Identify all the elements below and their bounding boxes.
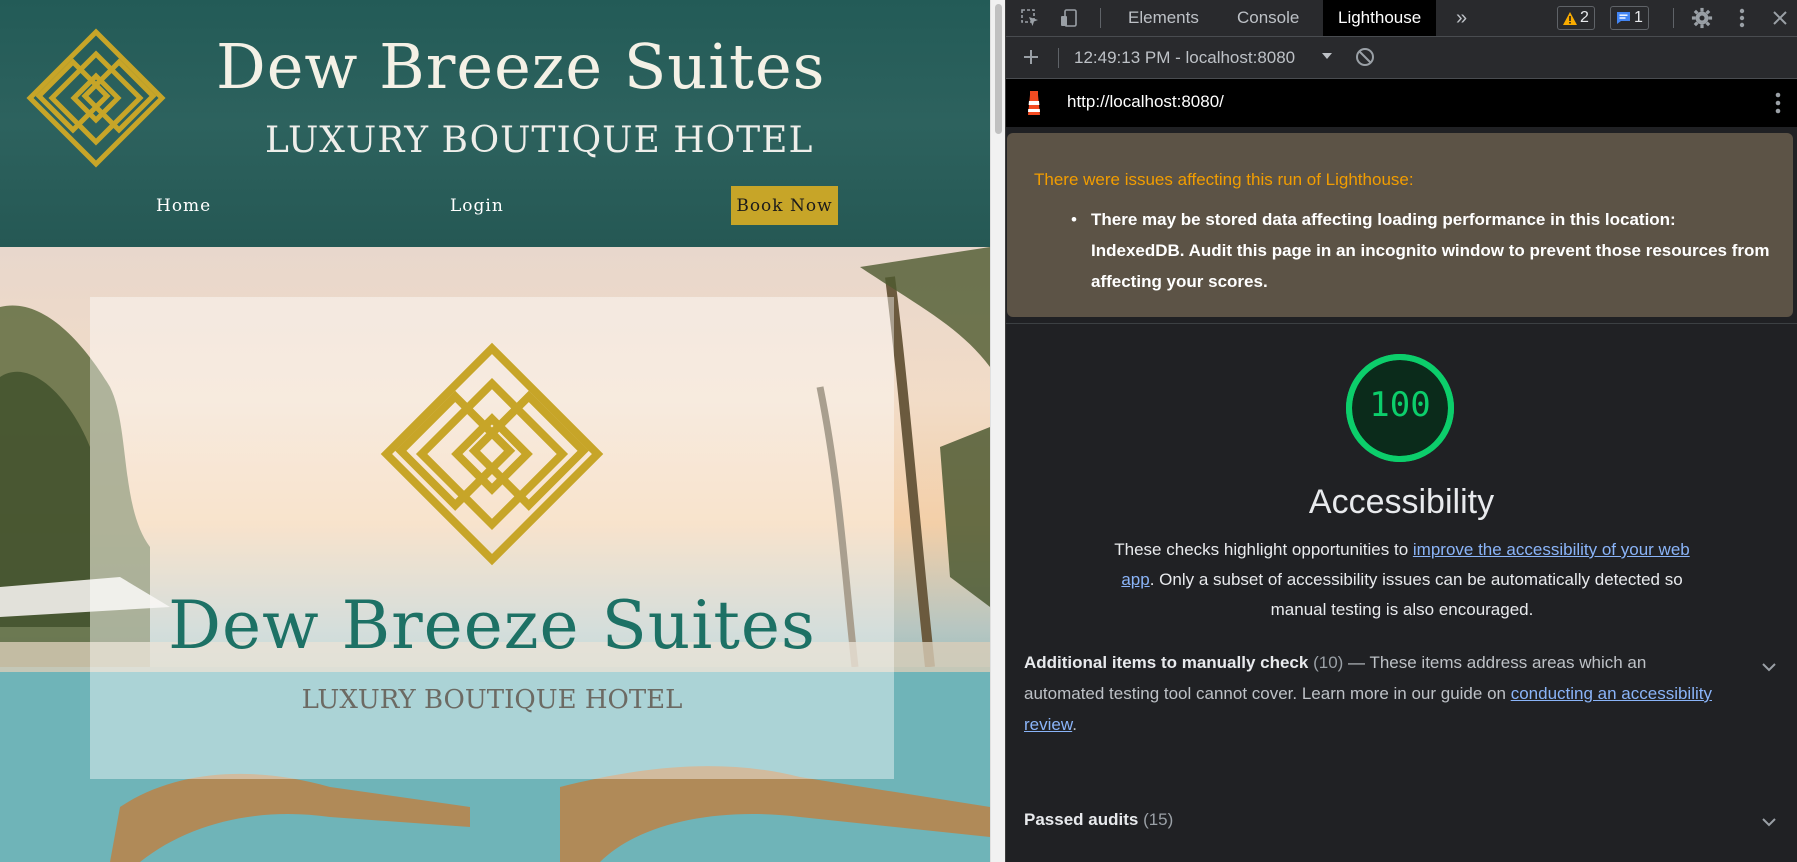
- nav-home-link[interactable]: Home: [156, 196, 211, 216]
- group-title: Additional items to manually check: [1024, 653, 1309, 672]
- devtools-tabbar: Elements Console Lighthouse » 2 1: [1006, 0, 1797, 37]
- score-value: 100: [1369, 385, 1431, 425]
- dropdown-arrow-icon[interactable]: [1321, 49, 1333, 67]
- report-url-bar: http://localhost:8080/: [1006, 79, 1797, 127]
- messages-badge[interactable]: 1: [1610, 6, 1649, 30]
- tab-lighthouse[interactable]: Lighthouse: [1323, 0, 1437, 36]
- nav-login-link[interactable]: Login: [450, 196, 504, 216]
- report-menu-icon[interactable]: [1775, 92, 1781, 119]
- tab-console[interactable]: Console: [1237, 0, 1299, 36]
- book-now-button[interactable]: Book Now: [731, 186, 838, 225]
- website-viewport: Dew Breeze Suites LUXURY BOUTIQUE HOTEL …: [0, 0, 990, 862]
- message-icon: [1617, 12, 1630, 24]
- settings-gear-icon[interactable]: [1690, 6, 1714, 30]
- hotel-name: Dew Breeze Suites: [216, 30, 826, 103]
- manual-checks-group[interactable]: Additional items to manually check (10) …: [1024, 647, 1724, 740]
- more-options-icon[interactable]: [1730, 6, 1754, 30]
- group-title: Passed audits: [1024, 810, 1139, 829]
- description-text: These checks highlight opportunities to: [1114, 540, 1413, 559]
- chevron-down-icon[interactable]: [1761, 659, 1777, 675]
- bullet-icon: •: [1071, 210, 1077, 229]
- group-period: .: [1072, 715, 1077, 734]
- close-devtools-icon[interactable]: [1768, 6, 1792, 30]
- toolbar-divider: [1058, 48, 1059, 68]
- category-title: Accessibility: [1308, 483, 1495, 521]
- lighthouse-logo-icon: [1028, 91, 1040, 115]
- diamond-logo-icon: [380, 342, 604, 566]
- warning-item: There may be stored data affecting loadi…: [1091, 210, 1770, 291]
- toolbar-divider: [1673, 8, 1674, 28]
- warning-icon: [1563, 11, 1577, 25]
- description-text: . Only a subset of accessibility issues …: [1149, 570, 1683, 619]
- page-scrollbar[interactable]: [990, 0, 1006, 862]
- hero-section: Dew Breeze Suites LUXURY BOUTIQUE HOTEL: [0, 247, 990, 862]
- hero-overlay-card: Dew Breeze Suites LUXURY BOUTIQUE HOTEL: [90, 297, 894, 779]
- hero-title: Dew Breeze Suites: [168, 587, 816, 664]
- clear-reports-icon[interactable]: [1354, 46, 1376, 73]
- report-content: There were issues affecting this run of …: [1006, 127, 1797, 862]
- report-url[interactable]: http://localhost:8080/: [1067, 92, 1224, 112]
- section-divider: [1006, 323, 1797, 324]
- hero-subtitle: LUXURY BOUTIQUE HOTEL: [301, 685, 683, 715]
- category-description: These checks highlight opportunities to …: [1096, 535, 1708, 625]
- toolbar-divider: [1100, 8, 1101, 28]
- inspect-element-icon[interactable]: [1018, 6, 1042, 30]
- report-selector[interactable]: 12:49:13 PM - localhost:8080: [1074, 48, 1295, 68]
- warning-title: There were issues affecting this run of …: [1034, 170, 1414, 189]
- diamond-logo-icon: [26, 28, 166, 168]
- tab-elements[interactable]: Elements: [1128, 0, 1199, 36]
- run-warnings-box: There were issues affecting this run of …: [1007, 133, 1793, 317]
- new-report-plus-icon[interactable]: [1019, 45, 1043, 69]
- group-dash: —: [1343, 653, 1370, 672]
- site-header: Dew Breeze Suites LUXURY BOUTIQUE HOTEL …: [0, 0, 990, 247]
- scrollbar-thumb[interactable]: [995, 4, 1002, 134]
- messages-count: 1: [1634, 9, 1643, 26]
- passed-audits-group[interactable]: Passed audits (15): [1024, 810, 1173, 830]
- group-count: (10): [1313, 653, 1344, 672]
- lighthouse-toolbar: 12:49:13 PM - localhost:8080: [1006, 37, 1797, 79]
- devtools-panel: Elements Console Lighthouse » 2 1 12:49:…: [1006, 0, 1797, 862]
- warnings-badge[interactable]: 2: [1557, 6, 1595, 30]
- device-toolbar-icon[interactable]: [1057, 6, 1081, 30]
- chevron-down-icon[interactable]: [1761, 814, 1777, 830]
- warnings-count: 2: [1580, 9, 1589, 26]
- more-tabs-icon[interactable]: »: [1456, 0, 1467, 36]
- hotel-tagline: LUXURY BOUTIQUE HOTEL: [265, 120, 814, 161]
- group-count: (15): [1143, 810, 1174, 829]
